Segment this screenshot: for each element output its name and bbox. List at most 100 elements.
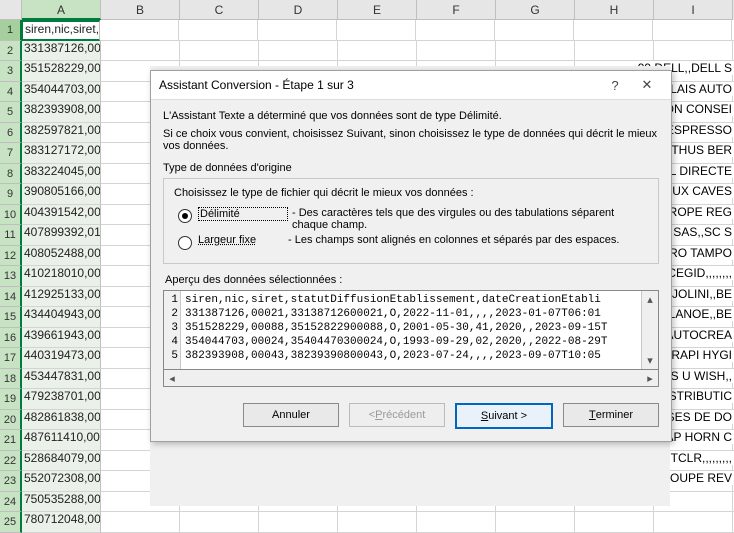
table-row: 22528684079,00015,510,TCLR,,,,,,,,, (0, 451, 734, 472)
radio-delimited[interactable] (178, 209, 192, 223)
cell[interactable]: 750535288,00013,75053528800013,O,2012-05… (22, 492, 101, 513)
cell[interactable]: 440319473,00268,4 (22, 348, 101, 369)
scroll-left-icon[interactable]: ◂ (164, 372, 180, 385)
col-header-I[interactable]: I (654, 0, 733, 20)
group-label: Type de données d'origine (163, 162, 659, 174)
cell[interactable]: 482861838,00050,4 (22, 410, 101, 431)
radio-fixedwidth[interactable] (178, 236, 192, 250)
row-header[interactable]: 10 (0, 205, 22, 226)
table-row: 25780712048,00104,78071204800104,O,2017-… (0, 512, 734, 533)
scroll-right-icon[interactable]: ▸ (642, 372, 658, 385)
cell[interactable]: 382597821,00737,3 (22, 123, 101, 144)
cell[interactable]: 410218010,00032,4 (22, 266, 101, 287)
col-header-D[interactable]: D (259, 0, 338, 20)
row-header[interactable]: 5 (0, 102, 22, 123)
preview-gutter: 1 2 3 4 5 (164, 291, 181, 369)
cell[interactable]: 390805166,00076,3 (22, 184, 101, 205)
row-header[interactable]: 11 (0, 225, 22, 246)
cancel-button[interactable]: Annuler (243, 403, 339, 427)
preview-content[interactable]: siren,nic,siret,statutDiffusionEtablisse… (181, 291, 641, 369)
table-row: 24750535288,00013,75053528800013,O,2012-… (0, 492, 734, 513)
radio-delimited-label[interactable]: Délimité (198, 207, 288, 221)
cell-overflow[interactable] (101, 41, 734, 62)
cell[interactable]: 351528229,00088,3 (22, 61, 101, 82)
row-header[interactable]: 7 (0, 143, 22, 164)
row-header[interactable]: 9 (0, 184, 22, 205)
col-header-C[interactable]: C (180, 0, 259, 20)
row-header[interactable]: 22 (0, 451, 22, 472)
row-header[interactable]: 3 (0, 61, 22, 82)
row-header[interactable]: 25 (0, 512, 22, 533)
preview-horizontal-scrollbar[interactable]: ◂ ▸ (163, 370, 659, 387)
row-header[interactable]: 18 (0, 369, 22, 390)
col-header-E[interactable]: E (338, 0, 417, 20)
cell-overflow[interactable] (100, 20, 734, 41)
cell[interactable]: 528684079,00015,5 (22, 451, 101, 472)
col-header-B[interactable]: B (101, 0, 180, 20)
row-header[interactable]: 19 (0, 389, 22, 410)
data-type-group: Choisissez le type de fichier qui décrit… (163, 178, 659, 264)
help-icon[interactable]: ? (599, 78, 631, 93)
choice-label: Choisissez le type de fichier qui décrit… (174, 187, 648, 199)
dialog-sub-text: Si ce choix vous convient, choisissez Su… (163, 128, 659, 152)
scroll-down-icon[interactable]: ▾ (647, 354, 653, 367)
cell[interactable]: 439661943,00035,4 (22, 328, 101, 349)
close-icon[interactable]: ✕ (631, 77, 663, 93)
cell-overflow[interactable]: 10,TCLR,,,,,,,,, (101, 451, 734, 472)
radio-fixedwidth-label[interactable]: Largeur fixe (198, 234, 284, 246)
cell-overflow[interactable] (101, 492, 734, 513)
row-header[interactable]: 12 (0, 246, 22, 267)
scroll-up-icon[interactable]: ▴ (647, 293, 653, 306)
row-header[interactable]: 24 (0, 492, 22, 513)
cell[interactable]: 382393908,00043,3 (22, 102, 101, 123)
cell[interactable]: 412925133,00016,4 (22, 287, 101, 308)
col-header-G[interactable]: G (496, 0, 575, 20)
cell[interactable]: siren,nic,siret,statutDiffusionEtablisse… (21, 20, 100, 41)
radio-delimited-desc: - Des caractères tels que des virgules o… (288, 207, 648, 231)
cell[interactable]: 383224045,00062,3 (22, 164, 101, 185)
row-header[interactable]: 2 (0, 41, 22, 62)
row-header[interactable]: 20 (0, 410, 22, 431)
cell[interactable]: 780712048,00104,78071204800104,O,2017-01… (22, 512, 101, 533)
preview-label: Aperçu des données sélectionnées : (165, 274, 659, 286)
row-header[interactable]: 1 (0, 20, 22, 41)
cell[interactable]: 407899392,01539,4 (22, 225, 101, 246)
col-header-H[interactable]: H (575, 0, 654, 20)
cell[interactable]: 552072308,00067,5 (22, 471, 101, 492)
row-header[interactable]: 16 (0, 328, 22, 349)
row-header[interactable]: 4 (0, 82, 22, 103)
row-header[interactable]: 15 (0, 307, 22, 328)
cell[interactable]: 383127172,00112,3 (22, 143, 101, 164)
cell[interactable]: 487611410,00035,4 (22, 430, 101, 451)
cell[interactable]: 453447831,00031,4 (22, 369, 101, 390)
cell[interactable]: 434404943,00038,4 (22, 307, 101, 328)
table-row: 23552072308,00067,510,GROUPE REV (0, 471, 734, 492)
preview-vertical-scrollbar[interactable]: ▴ ▾ (641, 291, 658, 369)
row-header[interactable]: 8 (0, 164, 22, 185)
row-header[interactable]: 14 (0, 287, 22, 308)
dialog-intro-text: L'Assistant Texte a déterminé que vos do… (163, 110, 659, 122)
cell[interactable]: 404391542,00945,4 (22, 205, 101, 226)
finish-button[interactable]: Terminer (563, 403, 659, 427)
next-button[interactable]: Suivant > (455, 403, 553, 429)
cell-overflow[interactable]: 10,GROUPE REV (101, 471, 734, 492)
row-header[interactable]: 13 (0, 266, 22, 287)
row-header[interactable]: 17 (0, 348, 22, 369)
dialog-title: Assistant Conversion - Étape 1 sur 3 (159, 78, 599, 92)
row-header[interactable]: 23 (0, 471, 22, 492)
row-header[interactable]: 21 (0, 430, 22, 451)
col-header-F[interactable]: F (417, 0, 496, 20)
cell[interactable]: 331387126,00021,33138712600021,O,2022-11… (22, 41, 101, 62)
cell-overflow[interactable] (101, 512, 734, 533)
cell[interactable]: 408052488,00051,4 (22, 246, 101, 267)
radio-fixedwidth-desc: - Les champs sont alignés en colonnes et… (284, 234, 648, 246)
dialog-titlebar[interactable]: Assistant Conversion - Étape 1 sur 3 ? ✕ (151, 71, 671, 100)
row-header[interactable]: 6 (0, 123, 22, 144)
col-header-A[interactable]: A (22, 0, 101, 20)
cell[interactable]: 354044703,00024,3 (22, 82, 101, 103)
preview-box: 1 2 3 4 5 siren,nic,siret,statutDiffusio… (163, 290, 659, 370)
text-import-wizard-dialog: Assistant Conversion - Étape 1 sur 3 ? ✕… (150, 70, 672, 442)
table-row: 2331387126,00021,33138712600021,O,2022-1… (0, 41, 734, 62)
select-all-corner[interactable] (0, 0, 22, 20)
cell[interactable]: 479238701,00011,4 (22, 389, 101, 410)
